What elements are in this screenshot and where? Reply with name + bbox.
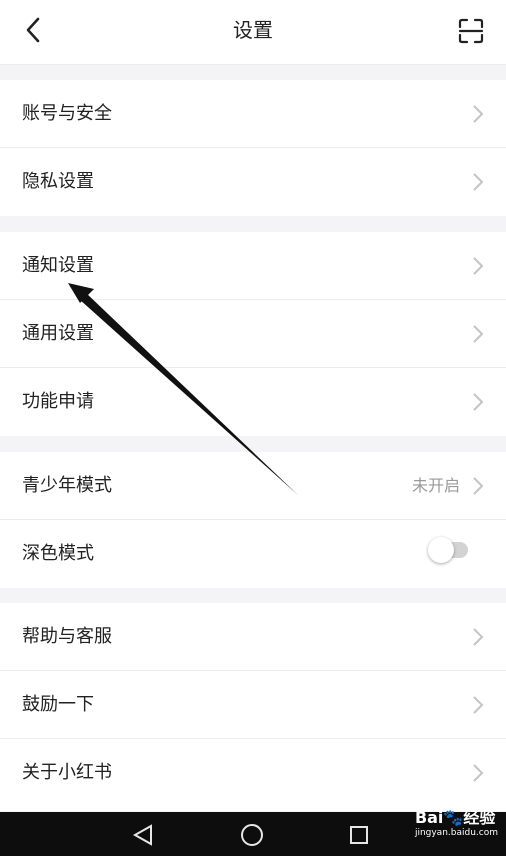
status-text: 未开启 — [411, 476, 460, 495]
settings-item-label: 通知设置 — [22, 255, 94, 276]
chevron-right-icon — [473, 628, 484, 646]
chevron-right-icon — [473, 173, 484, 191]
chevron-right-icon — [473, 257, 484, 275]
settings-item-label: 关于小红书 — [22, 762, 112, 783]
settings-group-modes: 青少年模式 未开启 深色模式 — [0, 452, 506, 588]
top-bar: 设置 — [0, 0, 506, 65]
triangle-back-icon[interactable] — [132, 824, 154, 846]
settings-item-label: 帮助与客服 — [22, 626, 112, 647]
chevron-right-icon — [473, 105, 484, 123]
dark-mode-toggle[interactable] — [428, 537, 468, 563]
settings-item-teen-mode[interactable]: 青少年模式 未开启 — [0, 452, 506, 520]
settings-item-label: 功能申请 — [22, 391, 94, 412]
settings-item-label: 鼓励一下 — [22, 694, 94, 715]
settings-item-privacy[interactable]: 隐私设置 — [0, 148, 506, 216]
watermark: Bai🐾经验 jingyan.baidu.com — [415, 808, 498, 838]
watermark-url: jingyan.baidu.com — [414, 828, 498, 838]
chevron-right-icon — [473, 764, 484, 782]
circle-home-icon[interactable] — [240, 823, 264, 847]
settings-group-account: 账号与安全 隐私设置 — [0, 80, 506, 216]
paw-icon: 🐾 — [443, 808, 464, 827]
settings-group-general: 通知设置 通用设置 功能申请 — [0, 232, 506, 436]
settings-item-general[interactable]: 通用设置 — [0, 300, 506, 368]
settings-item-label: 青少年模式 — [22, 475, 112, 496]
settings-item-dark-mode: 深色模式 — [0, 520, 506, 588]
settings-item-feature-request[interactable]: 功能申请 — [0, 368, 506, 436]
settings-item-account-security[interactable]: 账号与安全 — [0, 80, 506, 148]
scan-icon[interactable] — [458, 18, 484, 44]
watermark-brand-2: 经验 — [463, 808, 496, 827]
settings-item-label: 深色模式 — [22, 543, 94, 564]
page-title: 设置 — [233, 18, 273, 42]
toggle-knob — [428, 537, 454, 563]
chevron-right-icon — [473, 696, 484, 714]
settings-item-label: 账号与安全 — [22, 103, 112, 124]
settings-item-label: 通用设置 — [22, 323, 94, 344]
settings-item-encourage[interactable]: 鼓励一下 — [0, 671, 506, 739]
settings-group-about: 帮助与客服 鼓励一下 关于小红书 — [0, 603, 506, 811]
settings-item-notifications[interactable]: 通知设置 — [0, 232, 506, 300]
watermark-brand: Bai — [414, 808, 444, 827]
square-recents-icon[interactable] — [349, 825, 369, 845]
chevron-right-icon — [473, 393, 484, 411]
chevron-right-icon — [473, 325, 484, 343]
settings-item-about[interactable]: 关于小红书 — [0, 739, 506, 807]
settings-item-label: 隐私设置 — [22, 171, 94, 192]
settings-item-help[interactable]: 帮助与客服 — [0, 603, 506, 671]
chevron-right-icon — [473, 477, 484, 495]
